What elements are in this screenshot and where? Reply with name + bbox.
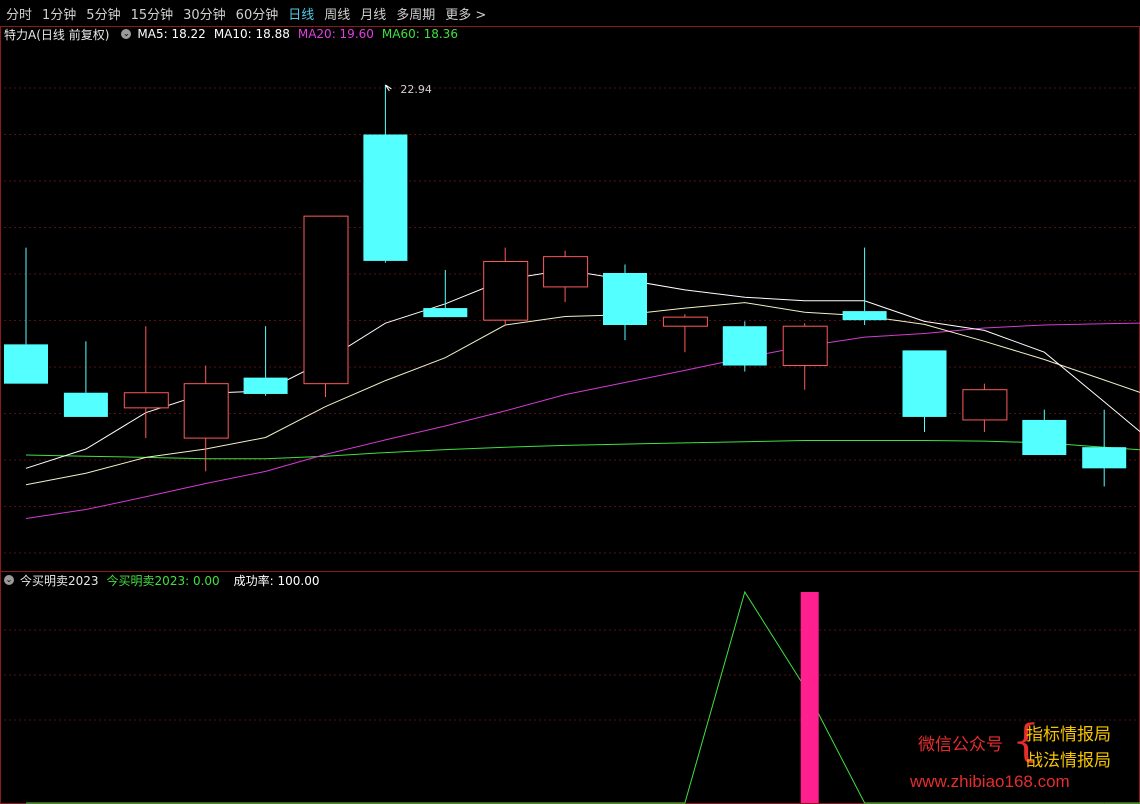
candle-body	[722, 326, 767, 366]
legend-ma10: MA10: 18.88	[213, 27, 290, 41]
stock-title: 特力A(日线 前复权)	[4, 27, 110, 42]
watermark-wechat-label: 微信公众号	[918, 735, 1003, 755]
candle-body	[1022, 419, 1067, 456]
watermark-name-1: 指标情报局	[1026, 725, 1111, 745]
high-price-label: 22.94	[400, 83, 432, 96]
indicator-collapse-icon[interactable]: ⌄	[4, 575, 14, 585]
main-chart-legend: 特力A(日线 前复权) ⌄ MA5: 18.22 MA10: 18.88 MA2…	[0, 25, 466, 43]
candle-body	[782, 325, 828, 367]
candle-body	[183, 383, 229, 439]
candle-body	[902, 350, 947, 417]
legend-ma5: MA5: 18.22	[137, 27, 206, 41]
candle-body	[303, 215, 349, 385]
watermark-site: www.zhibiao168.com	[910, 772, 1070, 791]
legend-ma20: MA20: 19.60	[297, 27, 374, 41]
candle-body	[662, 316, 708, 327]
settings-circle-icon[interactable]: ⌄	[121, 29, 132, 39]
candle-body	[4, 344, 48, 384]
watermark-name-2: 战法情报局	[1026, 751, 1111, 771]
candle-body	[363, 134, 408, 261]
indicator-value: 今买明卖2023: 0.00	[106, 573, 220, 588]
indicator-rate: 成功率: 100.00	[233, 573, 320, 588]
ma60-line	[25, 440, 1140, 460]
indicator-name: 今买明卖2023	[20, 573, 99, 588]
candle-body	[842, 311, 887, 321]
watermark: 微信公众号 { 指标情报局 战法情报局 www.zhibiao168.com	[910, 720, 1130, 798]
candle-body	[423, 308, 468, 318]
legend-ma60: MA60: 18.36	[381, 27, 458, 41]
candle-body	[123, 392, 169, 409]
candle-body	[1082, 447, 1127, 469]
candle-body	[63, 392, 108, 417]
high-marker-icon	[384, 84, 392, 92]
signal-bar	[800, 592, 819, 803]
candle-body	[483, 261, 529, 321]
candle-body	[603, 272, 647, 326]
indicator-legend: ⌄ 今买明卖2023 今买明卖2023: 0.00 成功率: 100.00	[0, 571, 328, 589]
candle-body	[543, 256, 589, 288]
candle-body	[962, 389, 1008, 421]
candle-body	[243, 377, 288, 394]
kline-chart: 22.94	[0, 26, 1140, 804]
